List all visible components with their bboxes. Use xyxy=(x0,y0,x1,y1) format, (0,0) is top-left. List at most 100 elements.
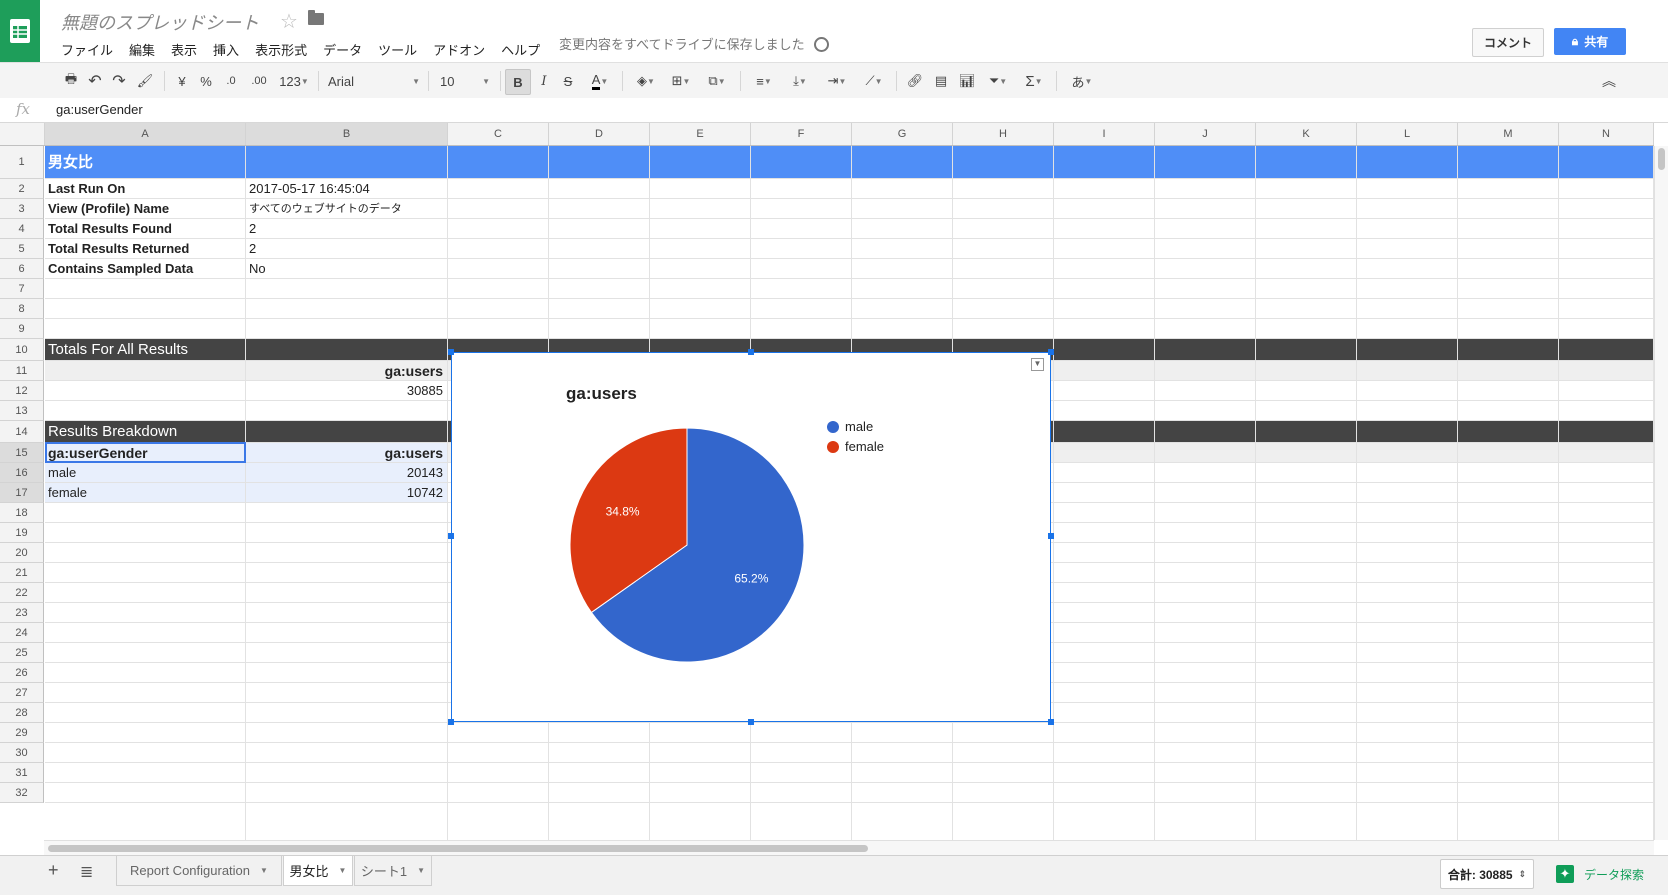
resize-handle[interactable] xyxy=(1048,719,1054,725)
info-value-cell[interactable]: すべてのウェブサイトのデータ xyxy=(249,201,443,217)
column-header-l[interactable]: L xyxy=(1357,123,1458,145)
column-header-b[interactable]: B xyxy=(246,123,448,145)
menu-format[interactable]: 表示形式 xyxy=(255,40,307,59)
text-rotation-icon[interactable]: ⟋ ▼ xyxy=(858,63,890,99)
column-header-e[interactable]: E xyxy=(650,123,751,145)
row-header-23[interactable]: 23 xyxy=(0,603,44,623)
row-header-21[interactable]: 21 xyxy=(0,563,44,583)
sheet-tab-report-configuration[interactable]: Report Configuration ▼ xyxy=(116,856,282,886)
decrease-decimal-button[interactable]: .0 xyxy=(220,63,242,99)
column-header-i[interactable]: I xyxy=(1054,123,1155,145)
column-header-a[interactable]: A xyxy=(45,123,246,145)
share-button[interactable]: 🔒︎ 共有 xyxy=(1554,28,1626,55)
info-value-cell[interactable]: 2 xyxy=(249,241,443,257)
resize-handle[interactable] xyxy=(1048,533,1054,539)
text-color-button[interactable]: A ▼ xyxy=(583,63,617,99)
totals-value-cell[interactable]: 30885 xyxy=(249,383,443,399)
comment-button[interactable]: コメント xyxy=(1472,28,1544,57)
row-header-11[interactable]: 11 xyxy=(0,361,44,381)
sheet-tab-gender-ratio[interactable]: 男女比 ▼ xyxy=(283,856,353,886)
resize-handle[interactable] xyxy=(1048,349,1054,355)
column-header-k[interactable]: K xyxy=(1256,123,1357,145)
column-header-d[interactable]: D xyxy=(549,123,650,145)
column-header-h[interactable]: H xyxy=(953,123,1054,145)
row-header-25[interactable]: 25 xyxy=(0,643,44,663)
link-icon[interactable]: 🔗︎ xyxy=(904,63,926,99)
folder-icon[interactable] xyxy=(308,10,324,25)
merge-cells-icon[interactable]: ⧉ ▼ xyxy=(700,63,734,99)
column-header-n[interactable]: N xyxy=(1559,123,1654,145)
info-value-cell[interactable]: No xyxy=(249,261,443,277)
functions-icon[interactable]: Σ ▼ xyxy=(1018,63,1050,99)
text-wrap-icon[interactable]: ⇥ ▼ xyxy=(820,63,854,99)
column-header-f[interactable]: F xyxy=(751,123,852,145)
row-header-30[interactable]: 30 xyxy=(0,743,44,763)
column-header-m[interactable]: M xyxy=(1458,123,1559,145)
vertical-scrollbar[interactable] xyxy=(1654,146,1668,840)
row-header-9[interactable]: 9 xyxy=(0,319,44,339)
row-header-6[interactable]: 6 xyxy=(0,259,44,279)
font-size-dropdown[interactable]: 10 ▼ xyxy=(440,63,490,99)
input-tools-button[interactable]: あ ▼ xyxy=(1064,63,1100,99)
add-sheet-icon[interactable]: + xyxy=(48,860,59,881)
row-header-7[interactable]: 7 xyxy=(0,279,44,299)
row-header-5[interactable]: 5 xyxy=(0,239,44,259)
document-title[interactable]: 無題のスプレッドシート xyxy=(61,9,259,35)
column-header-g[interactable]: G xyxy=(852,123,953,145)
row-header-32[interactable]: 32 xyxy=(0,783,44,803)
row-header-20[interactable]: 20 xyxy=(0,543,44,563)
italic-button[interactable]: I xyxy=(534,63,554,99)
embedded-chart[interactable]: ▼ ga:users 65.2% 34.8% male female xyxy=(448,349,1054,725)
row-header-19[interactable]: 19 xyxy=(0,523,44,543)
increase-decimal-button[interactable]: .00 xyxy=(246,63,272,99)
row-header-10[interactable]: 10 xyxy=(0,339,44,361)
menu-file[interactable]: ファイル xyxy=(61,40,113,59)
undo-icon[interactable]: ↶ xyxy=(84,63,106,99)
vertical-scroll-thumb[interactable] xyxy=(1658,148,1665,170)
menu-addons[interactable]: アドオン xyxy=(433,40,485,59)
history-icon[interactable] xyxy=(814,37,829,52)
borders-icon[interactable]: ⊞ ▼ xyxy=(666,63,696,99)
chevron-down-icon[interactable]: ▼ xyxy=(417,866,425,875)
resize-handle[interactable] xyxy=(448,533,454,539)
row-header-27[interactable]: 27 xyxy=(0,683,44,703)
chart-menu-icon[interactable]: ▼ xyxy=(1031,358,1044,371)
sum-indicator[interactable]: 合計: 30885 ⇕ xyxy=(1440,859,1534,889)
save-status[interactable]: 変更内容をすべてドライブに保存しました xyxy=(559,34,805,53)
sheets-logo-icon[interactable] xyxy=(0,0,40,62)
vertical-align-icon[interactable]: ⤓ ▼ xyxy=(784,63,816,99)
totals-header-cell[interactable]: Totals For All Results xyxy=(48,342,443,358)
breakdown-metric-header-cell[interactable]: ga:users xyxy=(249,445,443,461)
currency-format-button[interactable]: ¥ xyxy=(172,63,192,99)
row-header-18[interactable]: 18 xyxy=(0,503,44,523)
row-header-1[interactable]: 1 xyxy=(0,146,44,179)
row-header-29[interactable]: 29 xyxy=(0,723,44,743)
resize-handle[interactable] xyxy=(448,349,454,355)
resize-handle[interactable] xyxy=(748,349,754,355)
select-all-corner[interactable] xyxy=(0,123,45,145)
row-header-22[interactable]: 22 xyxy=(0,583,44,603)
menu-tools[interactable]: ツール xyxy=(378,40,417,59)
info-label-cell[interactable]: Total Results Found xyxy=(48,221,241,237)
formula-input[interactable]: ga:userGender xyxy=(56,102,143,117)
font-family-dropdown[interactable]: Arial ▼ xyxy=(328,63,420,99)
row-header-16[interactable]: 16 xyxy=(0,463,44,483)
table-row-value-cell[interactable]: 20143 xyxy=(249,465,443,481)
row-header-31[interactable]: 31 xyxy=(0,763,44,783)
collapse-toolbar-icon[interactable]: ︽ xyxy=(1598,63,1620,99)
info-label-cell[interactable]: Last Run On xyxy=(48,181,241,197)
filter-icon[interactable]: ⏷ ▼ xyxy=(982,63,1014,99)
breakdown-header-cell[interactable]: Results Breakdown xyxy=(48,424,443,440)
info-value-cell[interactable]: 2 xyxy=(249,221,443,237)
paint-format-icon[interactable]: 🖌︎ xyxy=(134,63,156,99)
horizontal-align-icon[interactable]: ≡ ▼ xyxy=(748,63,780,99)
all-sheets-icon[interactable]: ≣ xyxy=(80,862,93,882)
fill-color-icon[interactable]: ◈ ▼ xyxy=(630,63,662,99)
table-row-dimension-cell[interactable]: female xyxy=(48,485,241,501)
table-row-dimension-cell[interactable]: male xyxy=(48,465,241,481)
resize-handle[interactable] xyxy=(748,719,754,725)
menu-view[interactable]: 表示 xyxy=(171,40,197,59)
row-header-12[interactable]: 12 xyxy=(0,381,44,401)
row-header-8[interactable]: 8 xyxy=(0,299,44,319)
row-header-15[interactable]: 15 xyxy=(0,443,44,463)
